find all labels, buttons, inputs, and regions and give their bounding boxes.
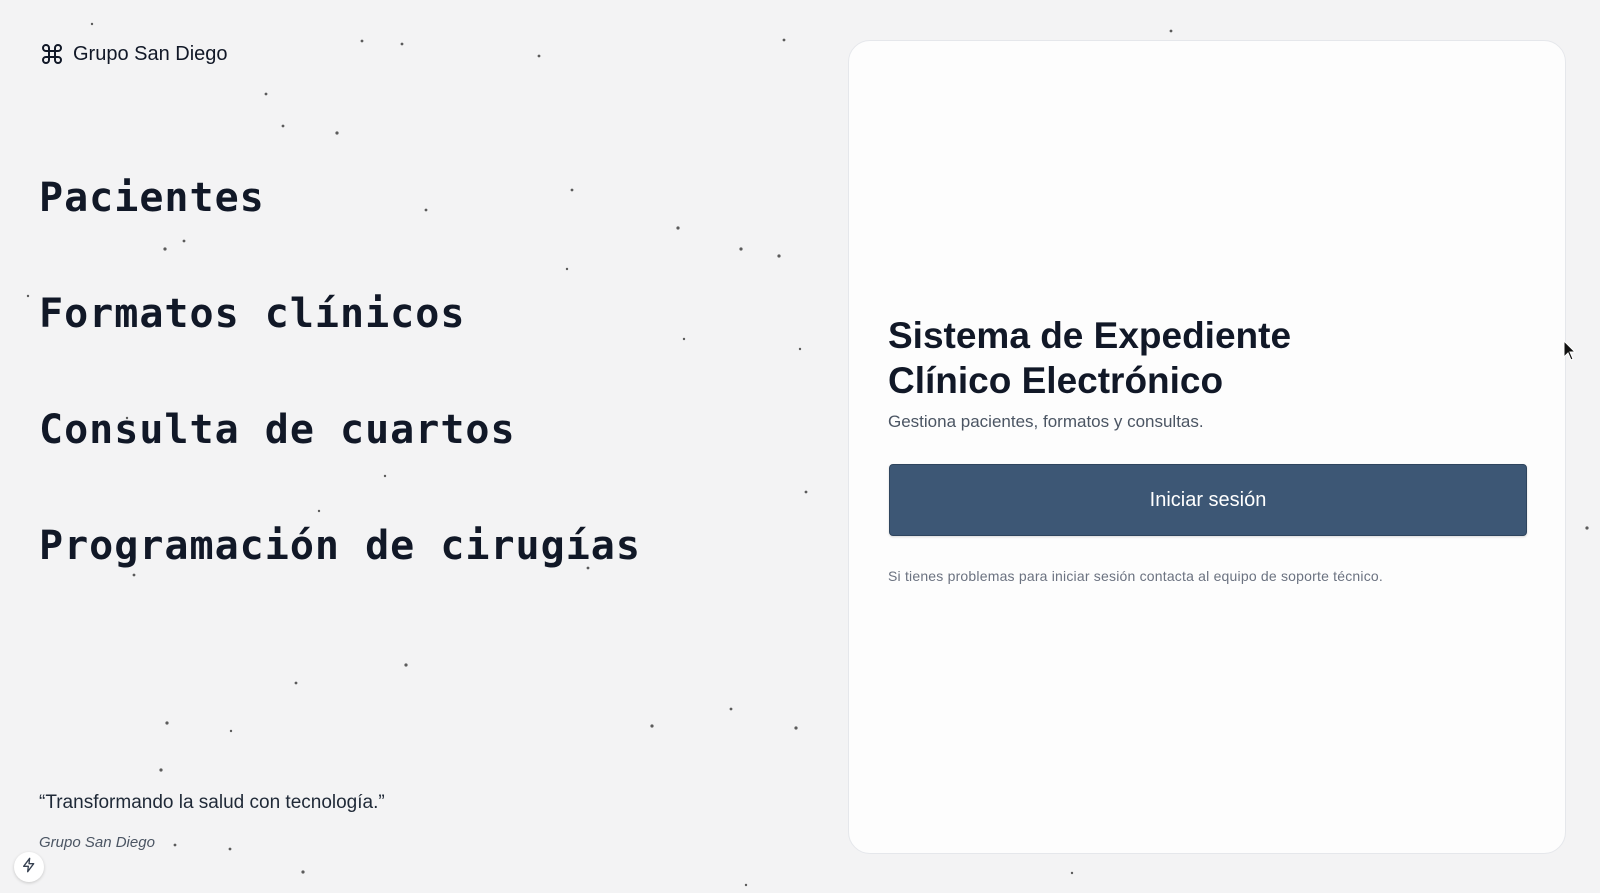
- card-title-line2: Clínico Electrónico: [888, 360, 1224, 401]
- feature-list: Pacientes Formatos clínicos Consulta de …: [39, 170, 641, 634]
- mouse-cursor-icon: [1563, 340, 1577, 361]
- quote-text: “Transformando la salud con tecnología.”: [39, 792, 385, 813]
- card-title: Sistema de Expediente Clínico Electrónic…: [888, 313, 1408, 403]
- quote-author: Grupo San Diego: [39, 834, 155, 851]
- lightning-icon: [21, 856, 37, 879]
- login-button[interactable]: Iniciar sesión: [889, 464, 1527, 536]
- feature-item-formatos-clinicos: Formatos clínicos: [39, 291, 466, 337]
- login-card: Sistema de Expediente Clínico Electrónic…: [848, 40, 1566, 854]
- lightning-badge[interactable]: [14, 852, 44, 882]
- brand-header: Grupo San Diego: [40, 42, 228, 66]
- feature-item-programacion-de-cirugias: Programación de cirugías: [39, 523, 641, 569]
- command-icon: [40, 42, 64, 66]
- card-subtitle: Gestiona pacientes, formatos y consultas…: [888, 412, 1204, 431]
- feature-item-pacientes: Pacientes: [39, 175, 265, 221]
- feature-item-consulta-de-cuartos: Consulta de cuartos: [39, 407, 516, 453]
- card-title-line1: Sistema de Expediente: [888, 315, 1292, 356]
- login-page: Grupo San Diego Pacientes Formatos clíni…: [0, 0, 1600, 893]
- help-text: Si tienes problemas para iniciar sesión …: [888, 568, 1383, 584]
- brand-name: Grupo San Diego: [73, 42, 228, 65]
